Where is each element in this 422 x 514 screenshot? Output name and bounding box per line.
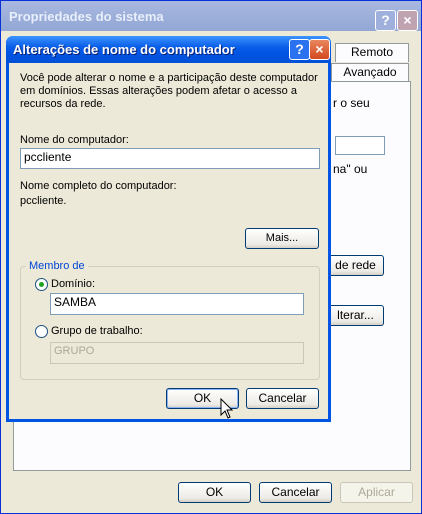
workgroup-input: GRUPO (50, 342, 304, 364)
full-name-value: pccliente. (20, 195, 67, 207)
background-partial-text: r o seu (333, 96, 370, 110)
more-button[interactable]: Mais... (245, 228, 319, 249)
member-of-legend: Membro de (26, 260, 88, 272)
workgroup-radio[interactable] (35, 325, 48, 338)
dialog-title: Alterações de nome do computador (13, 42, 235, 57)
mouse-cursor-icon (220, 398, 234, 419)
workgroup-label[interactable]: Grupo de trabalho: (51, 325, 143, 338)
background-apply-button[interactable]: Aplicar (340, 482, 413, 503)
cancel-button[interactable]: Cancelar (246, 388, 319, 409)
background-ok-button[interactable]: OK (178, 482, 251, 503)
full-name-label: Nome completo do computador: (20, 180, 177, 192)
background-title-bar[interactable]: Propriedades do sistema ? × (1, 1, 421, 31)
change-button[interactable]: lterar... (327, 305, 384, 326)
dialog-help-button[interactable]: ? (289, 39, 310, 60)
background-close-button[interactable]: × (397, 10, 418, 31)
computer-name-label: Nome do computador: (20, 134, 129, 146)
domain-radio[interactable] (35, 278, 48, 291)
dialog-description: Você pode alterar o nome e a participaçã… (20, 72, 318, 110)
network-id-button[interactable]: de rede (327, 255, 384, 276)
dialog-close-button[interactable]: × (309, 39, 330, 60)
computer-name-input[interactable]: pccliente (20, 148, 320, 169)
background-partial-text: na" ou (333, 162, 368, 176)
background-help-button[interactable]: ? (375, 10, 396, 31)
background-field (335, 136, 385, 155)
background-cancel-button[interactable]: Cancelar (259, 482, 332, 503)
tab-remoto[interactable]: Remoto (335, 43, 409, 62)
dialog-body: Você pode alterar o nome e a participaçã… (9, 63, 328, 419)
tab-avancado[interactable]: Avançado (331, 63, 409, 81)
computer-name-dialog: Alterações de nome do computador ? × Voc… (6, 36, 331, 422)
dialog-title-bar[interactable]: Alterações de nome do computador ? × (6, 36, 331, 63)
domain-input[interactable]: SAMBA (50, 293, 304, 315)
background-window-title: Propriedades do sistema (9, 9, 164, 24)
domain-label[interactable]: Domínio: (51, 278, 95, 291)
